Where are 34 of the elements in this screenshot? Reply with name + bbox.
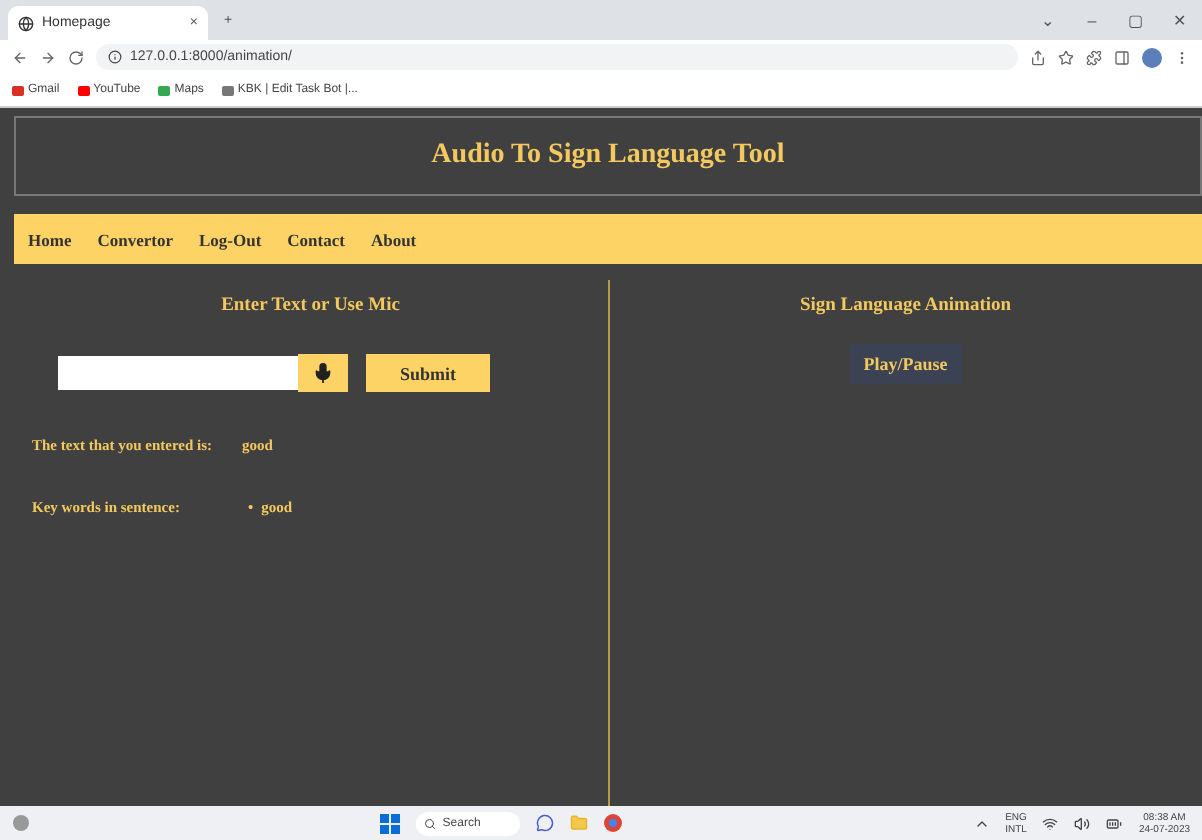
back-icon[interactable]	[12, 49, 28, 65]
nav-link[interactable]: Home	[28, 229, 72, 249]
side-panel-icon[interactable]	[1114, 49, 1130, 65]
window-control[interactable]: –	[1070, 11, 1114, 29]
share-icon[interactable]	[1030, 49, 1046, 65]
text-input[interactable]	[58, 356, 298, 390]
submit-button[interactable]: Submit	[366, 354, 490, 392]
window-control[interactable]: ✕	[1158, 11, 1202, 29]
page-header: Audio To Sign Language Tool	[14, 116, 1202, 196]
nav-link[interactable]: About	[370, 229, 417, 249]
forward-icon[interactable]	[40, 49, 56, 65]
info-icon	[108, 50, 122, 64]
avatar-icon[interactable]	[1142, 47, 1162, 67]
volume-icon[interactable]	[1074, 815, 1091, 831]
play-pause-button[interactable]: Play/Pause	[849, 344, 962, 384]
nav-link[interactable]: Log-Out	[198, 229, 262, 249]
reload-icon[interactable]	[68, 49, 84, 65]
battery-icon[interactable]	[1106, 815, 1123, 831]
window-control[interactable]: ▢	[1114, 11, 1158, 29]
section-heading: Sign Language Animation	[799, 296, 1012, 316]
extensions-icon[interactable]	[1086, 49, 1102, 65]
mic-button[interactable]	[298, 354, 348, 392]
start-icon[interactable]	[380, 813, 401, 833]
star-icon[interactable]	[1058, 49, 1074, 65]
mic-icon	[312, 362, 334, 384]
nav-link[interactable]: Contact	[287, 229, 345, 249]
window-control[interactable]: ⌄	[1026, 11, 1070, 29]
browser-icon[interactable]	[604, 814, 623, 832]
nav-link[interactable]: Convertor	[97, 229, 173, 249]
wifi-icon[interactable]	[1042, 815, 1059, 831]
chat-icon[interactable]	[536, 814, 555, 832]
search-icon	[424, 817, 437, 829]
globe-icon	[18, 15, 34, 31]
section-heading: Enter Text or Use Mic	[219, 296, 402, 316]
